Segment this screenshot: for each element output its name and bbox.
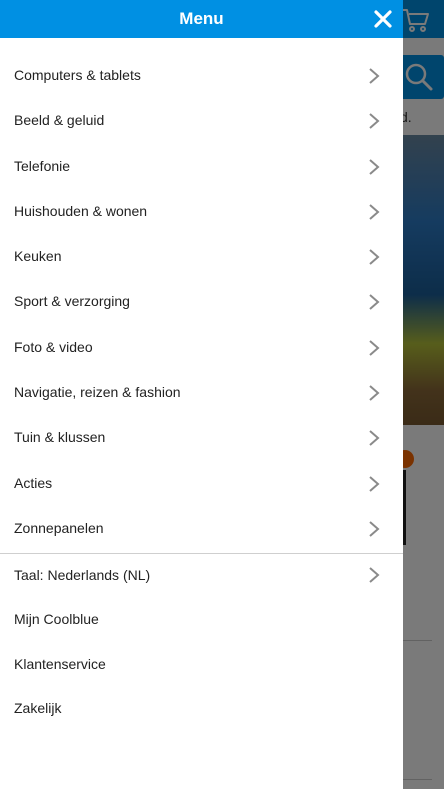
- menu-item-huishouden-wonen[interactable]: Huishouden & wonen: [0, 189, 403, 234]
- menu-item-sport-verzorging[interactable]: Sport & verzorging: [0, 279, 403, 324]
- menu-item-label: Acties: [14, 474, 53, 491]
- business-label: Zakelijk: [14, 699, 62, 716]
- menu-item-keuken[interactable]: Keuken: [0, 234, 403, 279]
- chevron-right-icon: [369, 521, 380, 537]
- menu-item-tuin-klussen[interactable]: Tuin & klussen: [0, 415, 403, 460]
- close-button[interactable]: [372, 8, 394, 30]
- chevron-right-icon: [369, 249, 380, 265]
- menu-item-label: Zonnepanelen: [14, 519, 104, 536]
- menu-item-label: Keuken: [14, 248, 62, 265]
- category-list: Computers & tablets Beeld & geluid Telef…: [0, 53, 403, 551]
- my-account-link[interactable]: Mijn Coolblue: [0, 597, 403, 641]
- chevron-right-icon: [369, 113, 380, 130]
- my-account-label: Mijn Coolblue: [14, 611, 99, 628]
- drawer-header: Menu: [0, 0, 403, 38]
- chevron-right-icon: [369, 158, 380, 175]
- language-selector[interactable]: Taal: Nederlands (NL): [0, 553, 403, 597]
- menu-item-label: Beeld & geluid: [14, 112, 105, 129]
- chevron-right-icon: [369, 475, 380, 492]
- secondary-list: Taal: Nederlands (NL) Mijn Coolblue Klan…: [0, 553, 403, 730]
- chevron-right-icon: [369, 430, 380, 447]
- menu-item-computers-tablets[interactable]: Computers & tablets: [0, 53, 403, 98]
- language-label: Taal: Nederlands (NL): [14, 567, 151, 583]
- menu-item-acties[interactable]: Acties: [0, 461, 403, 506]
- customer-service-link[interactable]: Klantenservice: [0, 642, 403, 686]
- menu-item-label: Sport & verzorging: [14, 293, 130, 310]
- chevron-right-icon: [369, 204, 380, 220]
- menu-item-label: Telefonie: [14, 157, 71, 174]
- drawer-title: Menu: [179, 9, 224, 28]
- menu-item-beeld-geluid[interactable]: Beeld & geluid: [0, 98, 403, 143]
- business-link[interactable]: Zakelijk: [0, 686, 403, 730]
- chevron-right-icon: [369, 68, 380, 84]
- menu-item-label: Navigatie, reizen & fashion: [14, 384, 181, 401]
- menu-item-foto-video[interactable]: Foto & video: [0, 325, 403, 370]
- menu-item-label: Huishouden & wonen: [14, 202, 148, 219]
- menu-item-navigatie-reizen-fashion[interactable]: Navigatie, reizen & fashion: [0, 370, 403, 415]
- menu-item-label: Tuin & klussen: [14, 429, 106, 446]
- chevron-right-icon: [369, 340, 380, 356]
- chevron-right-icon: [369, 294, 380, 311]
- close-icon: [374, 10, 392, 28]
- chevron-right-icon: [369, 567, 380, 583]
- customer-service-label: Klantenservice: [14, 655, 106, 672]
- menu-item-zonnepanelen[interactable]: Zonnepanelen: [0, 506, 403, 551]
- menu-item-label: Computers & tablets: [14, 67, 141, 83]
- chevron-right-icon: [369, 385, 380, 401]
- menu-item-telefonie[interactable]: Telefonie: [0, 144, 403, 189]
- menu-drawer: Menu Computers & tablets Beeld & geluid …: [0, 0, 403, 789]
- menu-item-label: Foto & video: [14, 338, 93, 355]
